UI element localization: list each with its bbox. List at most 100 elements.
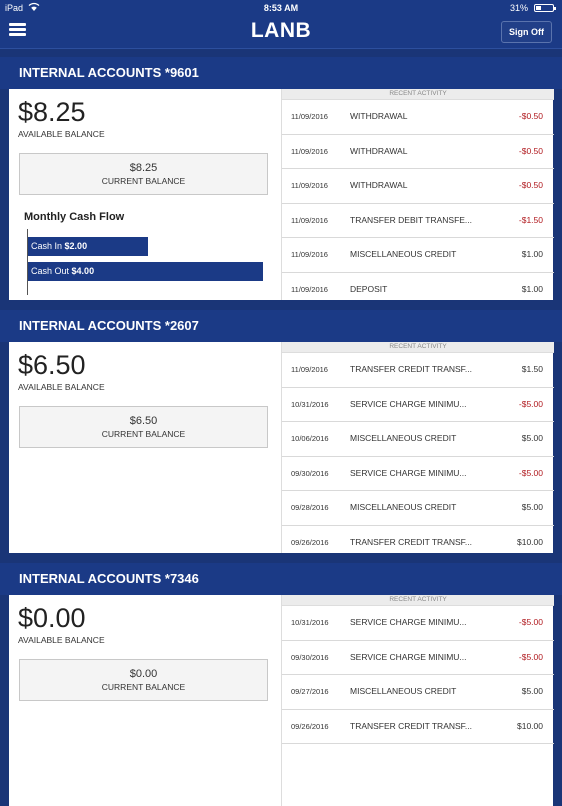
transaction-amount: $5.00 [521,686,543,696]
transaction-row[interactable]: 10/31/2016 SERVICE CHARGE MINIMU... -$5.00 [282,606,554,641]
battery-percent: 31% [509,3,528,13]
transaction-description: SERVICE CHARGE MINIMU... [350,651,467,662]
account-header[interactable]: INTERNAL ACCOUNTS *9601 [0,57,562,89]
available-balance-label: AVAILABLE BALANCE [18,382,105,392]
transaction-amount: -$0.50 [518,111,543,121]
transaction-list: 10/31/2016 SERVICE CHARGE MINIMU... -$5.00… [282,606,554,744]
available-balance-label: AVAILABLE BALANCE [18,635,105,645]
transaction-amount: -$5.00 [518,467,543,478]
transaction-amount: -$5.00 [518,651,543,662]
transaction-row[interactable]: 10/31/2016 SERVICE CHARGE MINIMU... -$5.00 [282,388,554,422]
transaction-amount: $5.00 [521,433,543,443]
current-balance-label: CURRENT BALANCE [101,429,186,439]
transaction-date: 09/28/2016 [291,503,329,512]
transaction-row[interactable]: 11/09/2016 WITHDRAWAL -$0.50 [282,135,554,169]
transaction-description: WITHDRAWAL [350,145,408,156]
transaction-date: 09/30/2016 [291,652,329,662]
app-title: LANB [250,19,312,42]
transaction-description: TRANSFER CREDIT TRANSF... [350,364,473,374]
transaction-row[interactable]: 11/09/2016 TRANSFER DEBIT TRANSFE... -$1.5… [282,204,554,238]
transaction-amount: $10.00 [517,720,543,731]
transaction-date: 09/26/2016 [291,721,329,731]
account-card: $6.50 AVAILABLE BALANCE $6.50 CURRENT BA… [9,342,554,553]
battery-icon [534,4,556,12]
transaction-row[interactable]: 11/09/2016 DEPOSIT $1.00 [282,273,554,301]
transaction-description: TRANSFER DEBIT TRANSFE... [350,214,473,225]
transaction-description: MISCELLANEOUS CREDIT [350,502,457,512]
balance-pane: $8.25 AVAILABLE BALANCE $8.25 CURRENT BA… [9,89,280,300]
cash-in-value: $2.00 [64,241,88,251]
current-balance-label: CURRENT BALANCE [101,682,186,692]
transaction-date: 10/31/2016 [291,618,329,627]
transaction-amount: $1.00 [521,283,543,294]
account-header[interactable]: INTERNAL ACCOUNTS *7346 [0,563,562,595]
transaction-row[interactable]: 09/30/2016 SERVICE CHARGE MINIMU... -$5.00 [282,457,554,491]
transaction-amount: $10.00 [517,536,543,547]
recent-activity-header: RECENT ACTIVITY [282,342,554,353]
balance-pane: $6.50 AVAILABLE BALANCE $6.50 CURRENT BA… [9,342,280,553]
current-balance-amount: $0.00 [129,668,158,680]
current-balance-label: CURRENT BALANCE [101,176,186,186]
available-balance-amount: $8.25 [18,97,86,127]
transaction-date: 11/09/2016 [291,181,328,190]
transaction-row[interactable]: 09/27/2016 MISCELLANEOUS CREDIT $5.00 [282,675,554,710]
current-balance-amount: $8.25 [129,162,158,174]
sign-off-button[interactable]: Sign Off [501,21,552,43]
transaction-amount: $1.50 [521,364,543,374]
recent-activity-pane: RECENT ACTIVITY 11/09/2016 TRANSFER CREDI… [281,342,554,553]
cash-out-label: Cash Out [31,266,70,276]
account-card: $8.25 AVAILABLE BALANCE $8.25 CURRENT BA… [9,89,554,300]
recent-activity-header: RECENT ACTIVITY [282,89,554,100]
nav-bar: LANB Sign Off [0,16,562,49]
transaction-date: 10/31/2016 [291,399,329,409]
current-balance-box: $8.25 CURRENT BALANCE [19,153,268,195]
transaction-row[interactable]: 09/28/2016 MISCELLANEOUS CREDIT $5.00 [282,491,554,526]
cash-flow-title: Monthly Cash Flow [24,211,125,223]
clock: 8:53 AM [263,3,299,13]
transaction-amount: -$5.00 [518,617,543,627]
transaction-row[interactable]: 09/26/2016 TRANSFER CREDIT TRANSF... $10.0… [282,526,554,554]
transaction-list: 11/09/2016 WITHDRAWAL -$0.50 11/09/2016 WITH… [282,100,554,300]
available-balance-amount: $0.00 [18,603,86,633]
transaction-date: 11/09/2016 [291,215,328,225]
available-balance-label: AVAILABLE BALANCE [18,129,105,139]
transaction-row[interactable]: 11/09/2016 WITHDRAWAL -$0.50 [282,169,554,204]
transaction-description: MISCELLANEOUS CREDIT [350,433,457,443]
transaction-description: WITHDRAWAL [350,111,408,121]
transaction-description: SERVICE CHARGE MINIMU... [350,617,467,627]
transaction-list: 11/09/2016 TRANSFER CREDIT TRANSF... $1.50… [282,353,554,553]
transaction-row[interactable]: 09/26/2016 TRANSFER CREDIT TRANSF... $10.0… [282,710,554,744]
transaction-date: 10/06/2016 [291,434,329,443]
transaction-description: TRANSFER CREDIT TRANSF... [350,536,473,547]
transaction-date: 09/27/2016 [291,687,329,696]
transaction-row[interactable]: 09/30/2016 SERVICE CHARGE MINIMU... -$5.00 [282,641,554,675]
account-header[interactable]: INTERNAL ACCOUNTS *2607 [0,310,562,342]
transaction-amount: -$0.50 [518,145,543,156]
transaction-date: 11/09/2016 [291,112,328,121]
transaction-amount: $1.00 [521,249,543,259]
current-balance-box: $0.00 CURRENT BALANCE [19,659,268,701]
transaction-date: 11/09/2016 [291,365,328,374]
current-balance-amount: $6.50 [129,415,158,427]
transaction-amount: -$0.50 [518,180,543,190]
transaction-description: SERVICE CHARGE MINIMU... [350,398,467,409]
current-balance-box: $6.50 CURRENT BALANCE [19,406,268,448]
account-card: $0.00 AVAILABLE BALANCE $0.00 CURRENT BA… [9,595,554,806]
transaction-date: 09/26/2016 [291,537,329,547]
balance-pane: $0.00 AVAILABLE BALANCE $0.00 CURRENT BA… [9,595,280,806]
transaction-amount: $5.00 [521,502,543,512]
transaction-date: 11/09/2016 [291,146,328,156]
transaction-row[interactable]: 11/09/2016 TRANSFER CREDIT TRANSF... $1.50 [282,353,554,388]
transaction-description: MISCELLANEOUS CREDIT [350,249,457,259]
cash-in-label: Cash In [31,241,63,251]
transaction-date: 09/30/2016 [291,468,329,478]
transaction-amount: -$1.50 [518,214,543,225]
transaction-date: 11/09/2016 [291,250,328,259]
transaction-description: DEPOSIT [350,283,388,294]
transaction-row[interactable]: 11/09/2016 WITHDRAWAL -$0.50 [282,100,554,135]
transaction-row[interactable]: 11/09/2016 MISCELLANEOUS CREDIT $1.00 [282,238,554,273]
status-bar: iPad 8:53 AM 31% [0,0,562,16]
transaction-row[interactable]: 10/06/2016 MISCELLANEOUS CREDIT $5.00 [282,422,554,457]
transaction-description: WITHDRAWAL [350,180,408,190]
recent-activity-pane: RECENT ACTIVITY 10/31/2016 SERVICE CHARGE… [281,595,554,806]
